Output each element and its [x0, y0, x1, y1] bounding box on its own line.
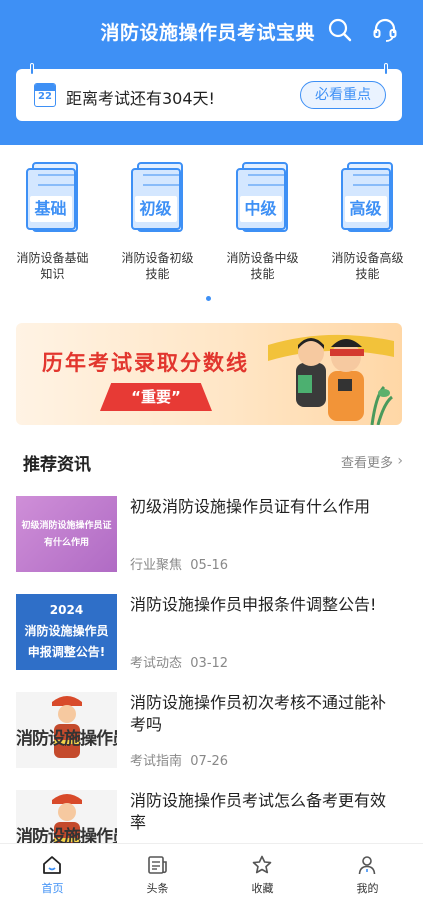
- banner-tag: “重要”: [100, 383, 212, 411]
- nav-label: 我的: [356, 882, 379, 895]
- news-title: 消防设施操作员初次考核不通过能补考吗: [130, 693, 387, 734]
- star-icon: [252, 855, 272, 874]
- calendar-day: 22: [38, 91, 52, 102]
- view-more-link[interactable]: 查看更多: [341, 452, 393, 471]
- nav-label: 收藏: [251, 882, 274, 895]
- banner-title: 历年考试录取分数线: [42, 351, 249, 375]
- news-meta: 行业聚焦 05-16: [130, 558, 229, 573]
- news-icon: [148, 856, 167, 874]
- nav-favorites[interactable]: 收藏: [210, 844, 315, 902]
- nav-profile[interactable]: 我的: [315, 844, 420, 902]
- book-icon: 中级: [235, 160, 290, 234]
- category-badge: 中级: [239, 196, 282, 222]
- countdown-card: 22 距离考试还有304天! 必看重点: [16, 63, 402, 121]
- nav-label: 首页: [41, 882, 64, 895]
- book-icon: 高级: [340, 160, 395, 234]
- search-icon[interactable]: [326, 16, 354, 44]
- pager-dot: [206, 296, 211, 301]
- section-title: 推荐资讯: [23, 455, 91, 475]
- category-intermediate[interactable]: 中级 消防设备中级 技能: [210, 160, 315, 282]
- bottom-nav: 首页 头条 收藏 我的: [0, 843, 423, 902]
- book-icon: 初级: [130, 160, 185, 234]
- chevron-right-icon[interactable]: ›: [397, 453, 403, 469]
- category-badge: 初级: [134, 196, 177, 222]
- category-badge: 基础: [29, 196, 72, 222]
- news-title: 初级消防设施操作员证有什么作用: [130, 497, 371, 516]
- book-icon: 基础: [25, 160, 80, 234]
- category-label: 消防设备高级 技能: [331, 251, 404, 281]
- calendar-icon: 22: [34, 83, 56, 107]
- nav-home[interactable]: 首页: [0, 844, 105, 902]
- category-grid: 基础 消防设备基础 知识 初级 消防设备初级 技能 中级 消防设备中级 技能 高级 消…: [0, 160, 423, 301]
- students-illustration: [268, 334, 394, 425]
- news-title: 消防设施操作员申报条件调整公告!: [130, 595, 377, 614]
- category-basic[interactable]: 基础 消防设备基础 知识: [0, 160, 105, 282]
- news-title: 消防设施操作员考试怎么备考更有效率: [130, 791, 387, 832]
- news-item[interactable]: 2024 消防设施操作员 申报调整公告! 消防设施操作员申报条件调整公告! 考试动态…: [16, 594, 406, 674]
- news-meta: 考试指南 07-26: [130, 754, 229, 769]
- news-item[interactable]: 消防设施操作员 消防设施操作员初次考核不通过能补考吗 考试指南 07-26: [16, 692, 406, 772]
- news-thumbnail: 2024 消防设施操作员 申报调整公告!: [16, 594, 117, 670]
- must-see-button[interactable]: 必看重点: [300, 81, 386, 109]
- user-icon: [358, 856, 376, 875]
- news-item[interactable]: 初级消防设施操作员证 有什么作用 初级消防设施操作员证有什么作用 行业聚焦 05-…: [16, 496, 406, 576]
- thumbnail-caption: 消防设施操作员: [16, 729, 117, 749]
- category-advanced[interactable]: 高级 消防设备高级 技能: [315, 160, 420, 282]
- category-label: 消防设备基础 知识: [16, 251, 89, 281]
- news-meta: 考试动态 03-12: [130, 656, 229, 671]
- news-thumbnail: 初级消防设施操作员证 有什么作用: [16, 496, 117, 572]
- score-banner[interactable]: 历年考试录取分数线 “重要”: [16, 323, 402, 425]
- category-label: 消防设备中级 技能: [226, 251, 299, 281]
- headset-icon[interactable]: [371, 16, 399, 44]
- news-thumbnail: 消防设施操作员: [16, 692, 117, 768]
- category-badge: 高级: [344, 196, 387, 222]
- countdown-text: 距离考试还有304天!: [66, 89, 215, 108]
- nav-label: 头条: [146, 882, 169, 895]
- category-junior[interactable]: 初级 消防设备初级 技能: [105, 160, 210, 282]
- header: 消防设施操作员考试宝典 22 距离考试还有304天! 必看重点: [0, 0, 423, 145]
- app-title: 消防设施操作员考试宝典: [100, 22, 315, 44]
- category-label: 消防设备初级 技能: [121, 251, 194, 281]
- nav-news[interactable]: 头条: [105, 844, 210, 902]
- home-icon: [43, 856, 61, 874]
